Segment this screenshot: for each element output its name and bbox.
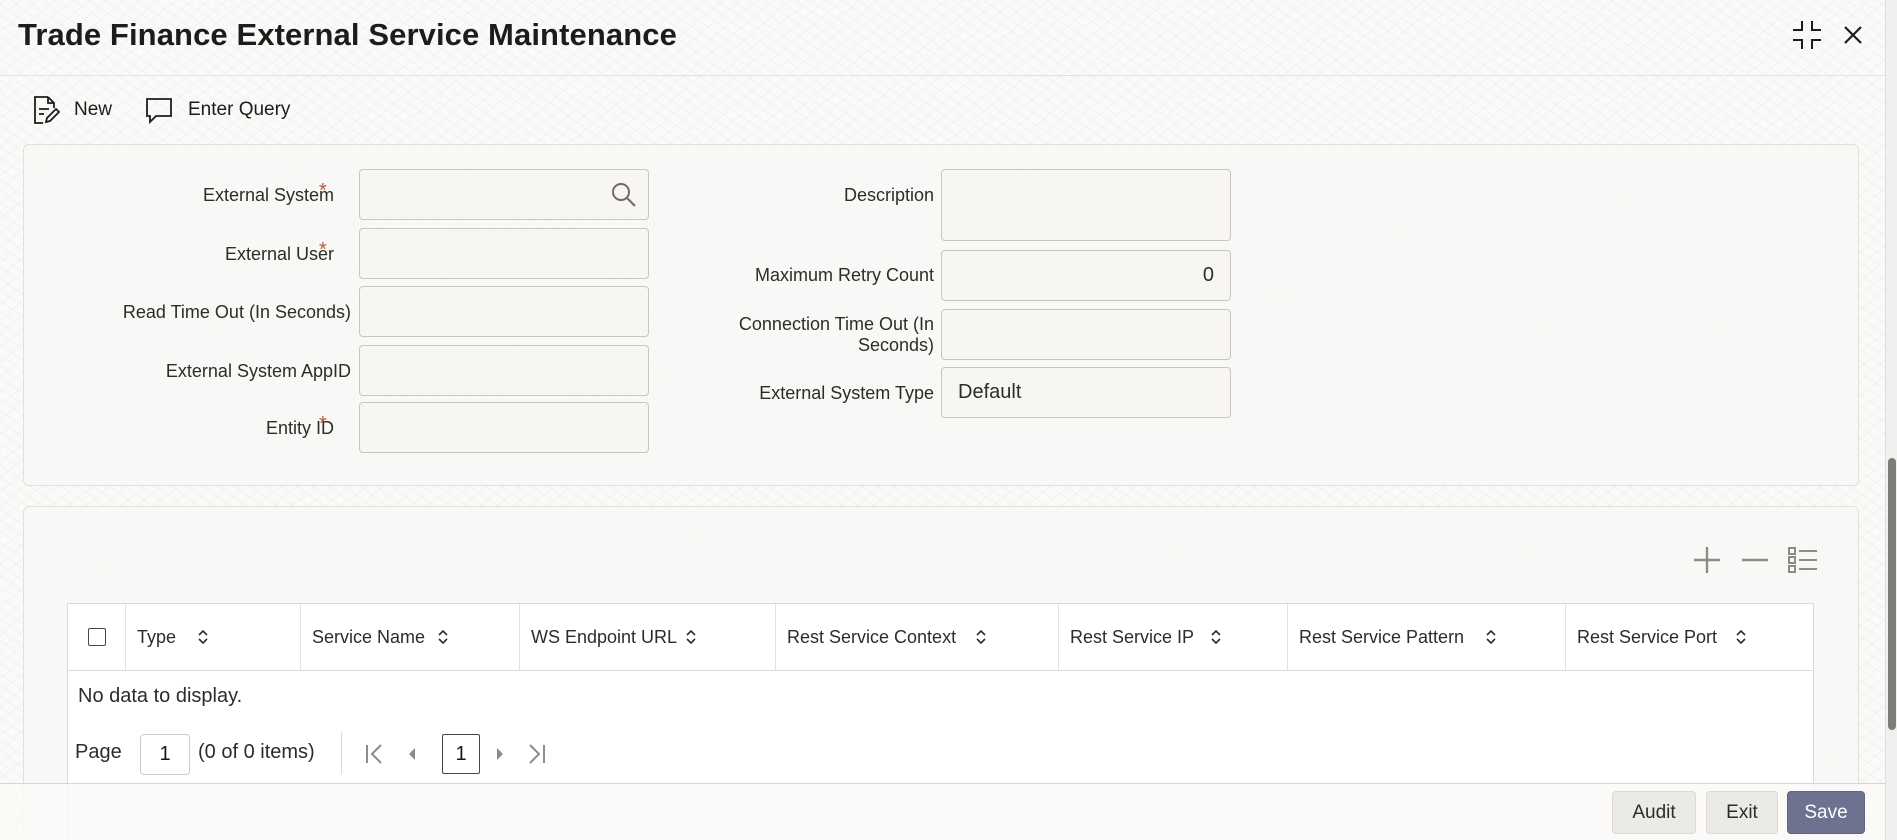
column-header-rest-service-pattern[interactable]: Rest Service Pattern <box>1287 604 1565 670</box>
connection-time-out-field[interactable] <box>941 309 1231 360</box>
grid-tools <box>1690 543 1820 577</box>
window-header: Trade Finance External Service Maintenan… <box>0 0 1885 76</box>
column-header-rest-service-port[interactable]: Rest Service Port <box>1565 604 1815 670</box>
toolbar: New Enter Query <box>0 86 1885 134</box>
entity-id-field[interactable] <box>359 402 649 453</box>
sort-icon[interactable] <box>974 628 988 646</box>
external-system-appid-field[interactable] <box>359 345 649 396</box>
connection-time-out-label: Connection Time Out (In Seconds) <box>738 314 934 355</box>
entity-id-label: Entity ID <box>265 418 334 438</box>
sort-icon[interactable] <box>1209 628 1223 646</box>
external-user-label: External User <box>224 244 334 264</box>
new-button[interactable]: New <box>30 92 112 128</box>
pagination: Page 1 (0 of 0 items) 1 <box>68 727 1815 781</box>
save-button[interactable]: Save <box>1787 791 1865 834</box>
table-header: Type Service Name WS Endpoint URL Rest S… <box>68 604 1813 671</box>
items-summary: (0 of 0 items) <box>198 741 315 763</box>
column-header-rest-service-context[interactable]: Rest Service Context <box>775 604 1058 670</box>
max-retry-count-field[interactable]: 0 <box>941 250 1231 301</box>
new-label: New <box>74 99 113 120</box>
comment-icon <box>146 98 172 125</box>
page-title: Trade Finance External Service Maintenan… <box>18 17 677 52</box>
document-edit-icon <box>34 96 60 124</box>
list-icon[interactable] <box>1786 543 1820 577</box>
sort-icon[interactable] <box>436 628 450 646</box>
prev-page-icon[interactable] <box>398 740 426 768</box>
max-retry-count-label: Maximum Retry Count <box>754 265 934 285</box>
pager-divider <box>341 732 342 774</box>
select-all-cell <box>68 604 125 670</box>
column-header-service-name[interactable]: Service Name <box>300 604 519 670</box>
required-marker: * <box>319 180 327 202</box>
last-page-icon[interactable] <box>522 740 550 768</box>
current-page-button[interactable]: 1 <box>442 734 480 774</box>
sort-icon[interactable] <box>1734 628 1748 646</box>
external-system-field[interactable] <box>359 169 649 220</box>
page-input[interactable]: 1 <box>140 734 190 775</box>
search-icon[interactable] <box>610 181 638 209</box>
scrollbar-thumb[interactable] <box>1888 458 1896 730</box>
vertical-scrollbar[interactable] <box>1885 0 1897 840</box>
remove-icon[interactable] <box>1738 543 1772 577</box>
sort-icon[interactable] <box>684 628 698 646</box>
external-system-type-field[interactable]: Default <box>941 367 1231 418</box>
select-all-checkbox[interactable] <box>88 628 106 646</box>
external-system-label: External System <box>202 185 334 205</box>
required-marker: * <box>319 413 327 435</box>
action-bar: Audit Exit Save <box>0 783 1885 840</box>
read-time-out-label: Read Time Out (In Seconds) <box>122 302 351 322</box>
close-icon[interactable] <box>1836 18 1870 52</box>
description-label: Description <box>843 185 934 205</box>
external-system-type-label: External System Type <box>759 383 934 403</box>
column-header-rest-service-ip[interactable]: Rest Service IP <box>1058 604 1287 670</box>
external-system-appid-label: External System AppID <box>165 361 351 381</box>
description-field[interactable] <box>941 169 1231 241</box>
collapse-icon[interactable] <box>1790 18 1824 52</box>
read-time-out-field[interactable] <box>359 286 649 337</box>
audit-button[interactable]: Audit <box>1612 791 1696 834</box>
empty-message: No data to display. <box>78 685 243 707</box>
external-user-field[interactable] <box>359 228 649 279</box>
form-panel: External System * External User * Read T… <box>23 144 1859 486</box>
column-header-ws-endpoint-url[interactable]: WS Endpoint URL <box>519 604 775 670</box>
next-page-icon[interactable] <box>486 740 514 768</box>
enter-query-label: Enter Query <box>188 99 291 120</box>
first-page-icon[interactable] <box>361 740 389 768</box>
sort-icon[interactable] <box>1484 628 1498 646</box>
exit-button[interactable]: Exit <box>1706 791 1778 834</box>
required-marker: * <box>319 239 327 261</box>
sort-icon[interactable] <box>196 628 210 646</box>
column-header-type[interactable]: Type <box>125 604 300 670</box>
page-label: Page <box>75 741 122 763</box>
enter-query-button[interactable]: Enter Query <box>144 92 290 128</box>
add-icon[interactable] <box>1690 543 1724 577</box>
